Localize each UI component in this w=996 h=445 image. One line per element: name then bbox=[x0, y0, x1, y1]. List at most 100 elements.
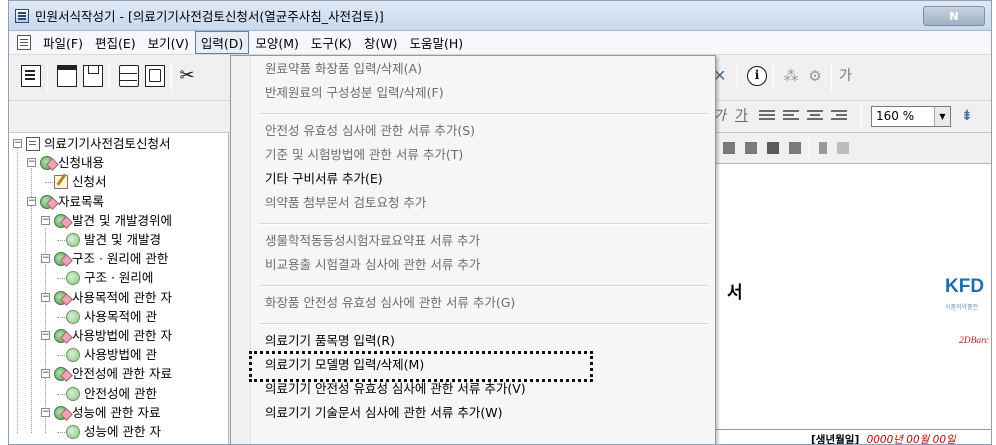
tree-node[interactable]: 발견 및 개발경 bbox=[9, 231, 228, 249]
tree-node[interactable]: − 구조 · 원리에 관한 bbox=[9, 250, 228, 268]
collapse-icon[interactable]: − bbox=[41, 331, 50, 340]
tree-node-label: 자료목록 bbox=[58, 193, 105, 209]
title-bar: 민원서식작성기 - [의료기기사전검토신청서(열균주사침_사전검토)] N bbox=[9, 1, 991, 31]
tree-node[interactable]: − 신청내용 bbox=[9, 154, 228, 172]
tree-node[interactable]: 신청서 bbox=[9, 173, 228, 191]
document-menu-icon[interactable] bbox=[17, 35, 31, 50]
birthdate-label: [생년월일] bbox=[811, 434, 860, 445]
folder-icon bbox=[40, 194, 54, 209]
line-spacing-icon[interactable]: ⇟ bbox=[961, 107, 973, 125]
cell-tool-icon[interactable] bbox=[819, 142, 827, 154]
cell-tool-icon[interactable] bbox=[745, 142, 757, 154]
clear-format-icon[interactable]: ✕ bbox=[713, 65, 733, 87]
menu-option-15[interactable]: 의료기기 안전성 유효성 심사에 관한 서류 추가(V) bbox=[251, 378, 526, 400]
document-heading: 서 bbox=[727, 283, 743, 303]
menu-option-4[interactable]: 기준 및 시험방법에 관한 서류 추가(T) bbox=[251, 144, 463, 166]
tree-node[interactable]: − 성능에 관한 자료 bbox=[9, 404, 228, 422]
folder-icon bbox=[54, 405, 68, 420]
chevron-down-icon[interactable]: ▼ bbox=[934, 107, 950, 126]
window-control-button[interactable]: N bbox=[923, 6, 985, 26]
shape-icon[interactable]: ⚙ bbox=[805, 65, 825, 87]
menu-option-0[interactable]: 원료약품 화장품 입력/삭제(A) bbox=[251, 58, 422, 80]
zoom-value: 160 % bbox=[876, 109, 915, 123]
collapse-icon[interactable]: − bbox=[27, 158, 36, 168]
open-icon[interactable] bbox=[57, 65, 77, 87]
tree-node[interactable]: − 안전성에 관한 자료 bbox=[9, 365, 228, 383]
toolbar-separator bbox=[861, 105, 862, 129]
menu-separator bbox=[259, 113, 709, 115]
tree-node[interactable]: 사용목적에 관 bbox=[9, 308, 228, 326]
align-right-icon[interactable] bbox=[831, 110, 847, 123]
menu-option-6[interactable]: 의약품 첨부문서 검토요청 추가 bbox=[251, 192, 426, 214]
collapse-icon[interactable]: − bbox=[41, 215, 50, 225]
menu-item-1[interactable]: 편집(E) bbox=[89, 31, 142, 54]
toolbar-separator bbox=[773, 63, 774, 91]
new-doc-icon[interactable] bbox=[21, 65, 41, 87]
menu-separator bbox=[259, 285, 709, 287]
zoom-select[interactable]: 160 % ▼ bbox=[871, 106, 951, 127]
menu-option-5[interactable]: 기타 구비서류 추가(E) bbox=[251, 168, 383, 190]
menu-item-4[interactable]: 모양(M) bbox=[249, 31, 305, 54]
menu-item-0[interactable]: 파일(F) bbox=[37, 31, 89, 54]
align-center-icon[interactable] bbox=[807, 110, 823, 123]
menu-option-14[interactable]: 의료기기 모델명 입력/삭제(M) bbox=[251, 354, 424, 376]
tree-node-label: 신청내용 bbox=[58, 155, 105, 171]
toolbar-separator bbox=[47, 63, 48, 91]
menu-item-5[interactable]: 도구(K) bbox=[305, 31, 358, 54]
save-icon[interactable] bbox=[83, 65, 103, 87]
menu-option-16[interactable]: 의료기기 기술문서 심사에 관한 서류 추가(W) bbox=[251, 402, 502, 424]
tree-node[interactable]: − 사용목적에 관한 자 bbox=[9, 289, 228, 307]
menu-option-13[interactable]: 의료기기 품목명 입력(R) bbox=[251, 330, 395, 352]
collapse-icon[interactable]: − bbox=[41, 407, 50, 417]
collapse-icon[interactable]: − bbox=[41, 254, 50, 264]
folder-icon bbox=[54, 252, 68, 267]
document-view[interactable]: 서 KFD 식품의약품안 2DBarc [생년월일] 0000년 00월 00일 bbox=[709, 163, 991, 445]
collapse-icon[interactable]: − bbox=[41, 292, 50, 302]
tree-node[interactable]: 사용방법에 관 bbox=[9, 346, 228, 364]
toolbar-separator bbox=[171, 63, 172, 91]
tree-node[interactable]: − 발견 및 개발경위에 bbox=[9, 212, 228, 230]
menu-gutter bbox=[231, 56, 251, 444]
preview-icon[interactable] bbox=[145, 65, 165, 87]
tree-node-label: 사용목적에 관한 자 bbox=[72, 289, 172, 305]
tree-node[interactable]: 성능에 관한 자 bbox=[9, 423, 228, 441]
info-icon[interactable]: i bbox=[747, 66, 767, 86]
ga-icon[interactable]: 가 bbox=[839, 65, 859, 87]
tree-node-label: 사용방법에 관한 자 bbox=[72, 328, 172, 343]
tree-node[interactable]: 구조 · 원리에 bbox=[9, 269, 228, 287]
underline-icon[interactable]: 가 bbox=[735, 107, 748, 125]
menu-option-9[interactable]: 비교용출 시험결과 심사에 관한 서류 추가 bbox=[251, 254, 480, 276]
folder-icon bbox=[54, 367, 68, 382]
leaf-icon bbox=[66, 386, 80, 401]
menu-item-6[interactable]: 창(W) bbox=[358, 31, 404, 54]
tree-node[interactable]: − 사용방법에 관한 자 bbox=[9, 327, 228, 345]
menu-option-3[interactable]: 안전성 유효성 심사에 관한 서류 추가(S) bbox=[251, 120, 475, 142]
tree-node[interactable]: 안전성에 관한 bbox=[9, 385, 228, 403]
menu-item-2[interactable]: 보기(V) bbox=[142, 31, 195, 54]
cell-tool-icon[interactable] bbox=[837, 142, 849, 154]
menu-option-8[interactable]: 생물학적동등성시험자료요약표 서류 추가 bbox=[251, 230, 480, 252]
birthdate-field[interactable]: [생년월일] 0000년 00월 00일 bbox=[811, 432, 956, 445]
tree-node[interactable]: − 의료기기사전검토신청서 bbox=[9, 135, 228, 153]
collapse-icon[interactable]: − bbox=[27, 196, 36, 206]
cell-tool-icon[interactable] bbox=[789, 142, 801, 154]
align-justify-icon[interactable] bbox=[759, 110, 775, 123]
tree-node-label: 안전성에 관한 자료 bbox=[72, 366, 172, 382]
cell-tool-icon[interactable] bbox=[767, 142, 779, 154]
leaf-icon bbox=[66, 348, 80, 363]
chart-icon[interactable]: ⁂ bbox=[781, 65, 801, 87]
print-icon[interactable] bbox=[119, 65, 139, 87]
menu-option-11[interactable]: 화장품 안전성 유효성 심사에 관한 서류 추가(G) bbox=[251, 292, 515, 314]
align-left-icon[interactable] bbox=[783, 110, 799, 123]
tree-node-label: 사용방법에 관 bbox=[84, 347, 157, 363]
collapse-icon[interactable]: − bbox=[13, 139, 22, 148]
cell-tool-icon[interactable] bbox=[723, 142, 735, 154]
scissors-icon[interactable]: ✂ bbox=[177, 65, 197, 87]
menu-option-1[interactable]: 반제원료의 구성성분 입력/삭제(F) bbox=[251, 82, 444, 104]
menu-item-3[interactable]: 입력(D) bbox=[194, 31, 250, 54]
folder-icon bbox=[54, 329, 68, 343]
toolbar-separator bbox=[737, 63, 738, 91]
tree-node[interactable]: − 자료목록 bbox=[9, 193, 228, 211]
collapse-icon[interactable]: − bbox=[41, 369, 50, 379]
menu-item-7[interactable]: 도움말(H) bbox=[403, 31, 469, 54]
